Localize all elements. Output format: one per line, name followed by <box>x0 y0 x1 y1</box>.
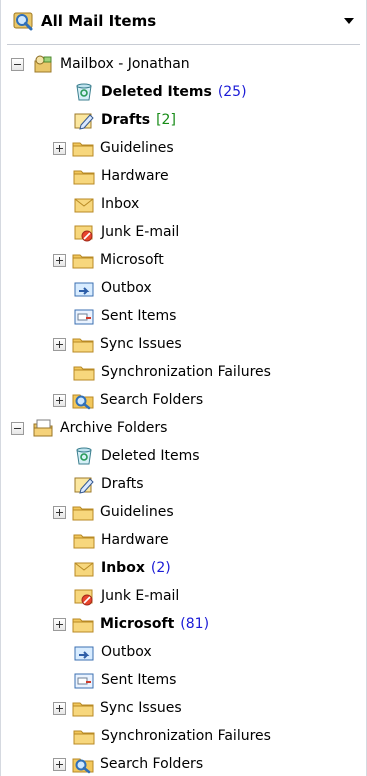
tree-item-mb-sent[interactable]: Sent Items <box>73 302 176 330</box>
tree-item-mb-outbox[interactable]: Outbox <box>73 274 152 302</box>
tree-item-ar-deleted[interactable]: Deleted Items <box>73 442 200 470</box>
expand-icon[interactable] <box>53 701 66 715</box>
expand-icon[interactable] <box>53 505 66 519</box>
folder-pane: All Mail Items Mailbox - Jonathan Deleted… <box>0 0 367 776</box>
folder-pane-title: All Mail Items <box>41 12 157 30</box>
tree-item-label: Microsoft <box>100 616 175 632</box>
tree-item-ar-search[interactable]: Search Folders <box>53 750 203 776</box>
tree-item-label: Sync Issues <box>100 336 182 352</box>
expand-icon[interactable] <box>53 757 66 771</box>
folder-icon <box>72 250 94 270</box>
tree-item-ar-sync[interactable]: Sync Issues <box>53 694 182 722</box>
search-folder-icon <box>13 10 35 32</box>
folder-pane-header[interactable]: All Mail Items <box>1 0 367 42</box>
tree-item-label: Junk E-mail <box>101 588 180 604</box>
outbox-icon <box>73 278 95 298</box>
tree-item-label: Guidelines <box>100 140 174 156</box>
tree-item-ar-drafts[interactable]: Drafts <box>73 470 144 498</box>
tree-item-ar-guidelines[interactable]: Guidelines <box>53 498 174 526</box>
tree-item-label: Search Folders <box>100 756 204 772</box>
unread-count: (81) <box>180 616 210 632</box>
tree-item-archive[interactable]: Archive Folders <box>11 414 167 442</box>
search-folders-icon <box>72 754 94 774</box>
outbox-icon <box>73 642 95 662</box>
tree-item-mb-deleted[interactable]: Deleted Items (25) <box>73 78 247 106</box>
drafts-icon <box>73 110 95 130</box>
tree-item-label: Synchronization Failures <box>101 364 271 380</box>
folder-icon <box>73 530 95 550</box>
tree-item-mb-microsoft[interactable]: Microsoft <box>53 246 164 274</box>
expand-icon[interactable] <box>53 253 66 267</box>
tree-item-label: Guidelines <box>100 504 174 520</box>
collapse-icon[interactable] <box>11 421 24 435</box>
tree-item-label: Drafts <box>101 476 144 492</box>
unread-count: [2] <box>156 112 176 128</box>
folder-icon <box>72 502 94 522</box>
tree-item-label: Mailbox - Jonathan <box>60 56 190 72</box>
tree-item-label: Drafts <box>101 112 151 128</box>
junk-email-icon <box>73 586 95 606</box>
tree-item-mailbox[interactable]: Mailbox - Jonathan <box>11 50 190 78</box>
tree-item-mb-inbox[interactable]: Inbox <box>73 190 139 218</box>
tree-item-label: Archive Folders <box>60 420 168 436</box>
expand-icon[interactable] <box>53 141 66 155</box>
tree-item-mb-sync[interactable]: Sync Issues <box>53 330 182 358</box>
tree-item-mb-search[interactable]: Search Folders <box>53 386 203 414</box>
tree-item-label: Sent Items <box>101 308 177 324</box>
tree-item-label: Microsoft <box>100 252 164 268</box>
folder-icon <box>73 362 95 382</box>
inbox-icon <box>73 558 95 578</box>
tree-item-label: Outbox <box>101 280 152 296</box>
folder-icon <box>73 726 95 746</box>
tree-item-ar-inbox[interactable]: Inbox (2) <box>73 554 171 582</box>
tree-item-ar-outbox[interactable]: Outbox <box>73 638 152 666</box>
tree-item-ar-hardware[interactable]: Hardware <box>73 526 169 554</box>
tree-item-label: Sent Items <box>101 672 177 688</box>
sent-items-icon <box>73 306 95 326</box>
folder-icon <box>72 698 94 718</box>
folder-icon <box>72 614 94 634</box>
tree-item-ar-sent[interactable]: Sent Items <box>73 666 176 694</box>
tree-item-label: Synchronization Failures <box>101 728 271 744</box>
tree-item-ar-microsoft[interactable]: Microsoft (81) <box>53 610 209 638</box>
drafts-icon <box>73 474 95 494</box>
tree-item-mb-junk[interactable]: Junk E-mail <box>73 218 179 246</box>
tree-item-label: Junk E-mail <box>101 224 180 240</box>
mailbox-icon <box>32 54 54 74</box>
folder-icon <box>72 138 94 158</box>
tree-item-label: Sync Issues <box>100 700 182 716</box>
chevron-down-icon[interactable] <box>344 18 354 24</box>
unread-count: (2) <box>150 560 171 576</box>
tree-item-label: Outbox <box>101 644 152 660</box>
tree-item-label: Hardware <box>101 168 169 184</box>
tree-item-label: Inbox <box>101 560 145 576</box>
expand-icon[interactable] <box>53 337 66 351</box>
deleted-items-icon <box>73 82 95 102</box>
collapse-icon[interactable] <box>11 57 24 71</box>
search-folders-icon <box>72 390 94 410</box>
tree-item-label: Inbox <box>101 196 140 212</box>
inbox-icon <box>73 194 95 214</box>
tree-item-mb-drafts[interactable]: Drafts [2] <box>73 106 176 134</box>
unread-count: (25) <box>217 84 247 100</box>
folder-icon <box>73 166 95 186</box>
sent-items-icon <box>73 670 95 690</box>
tree-item-label: Deleted Items <box>101 84 212 100</box>
tree-item-ar-junk[interactable]: Junk E-mail <box>73 582 179 610</box>
header-divider <box>7 44 360 45</box>
tree-item-label: Deleted Items <box>101 448 200 464</box>
tree-item-mb-syncfail[interactable]: Synchronization Failures <box>73 358 271 386</box>
folder-icon <box>72 334 94 354</box>
tree-item-label: Search Folders <box>100 392 204 408</box>
deleted-items-icon <box>73 446 95 466</box>
tree-item-ar-syncfail[interactable]: Synchronization Failures <box>73 722 271 750</box>
tree-item-mb-guidelines[interactable]: Guidelines <box>53 134 174 162</box>
expand-icon[interactable] <box>53 393 66 407</box>
tree-item-mb-hardware[interactable]: Hardware <box>73 162 169 190</box>
tree-item-label: Hardware <box>101 532 169 548</box>
junk-email-icon <box>73 222 95 242</box>
expand-icon[interactable] <box>53 617 66 631</box>
archive-icon <box>32 418 54 438</box>
